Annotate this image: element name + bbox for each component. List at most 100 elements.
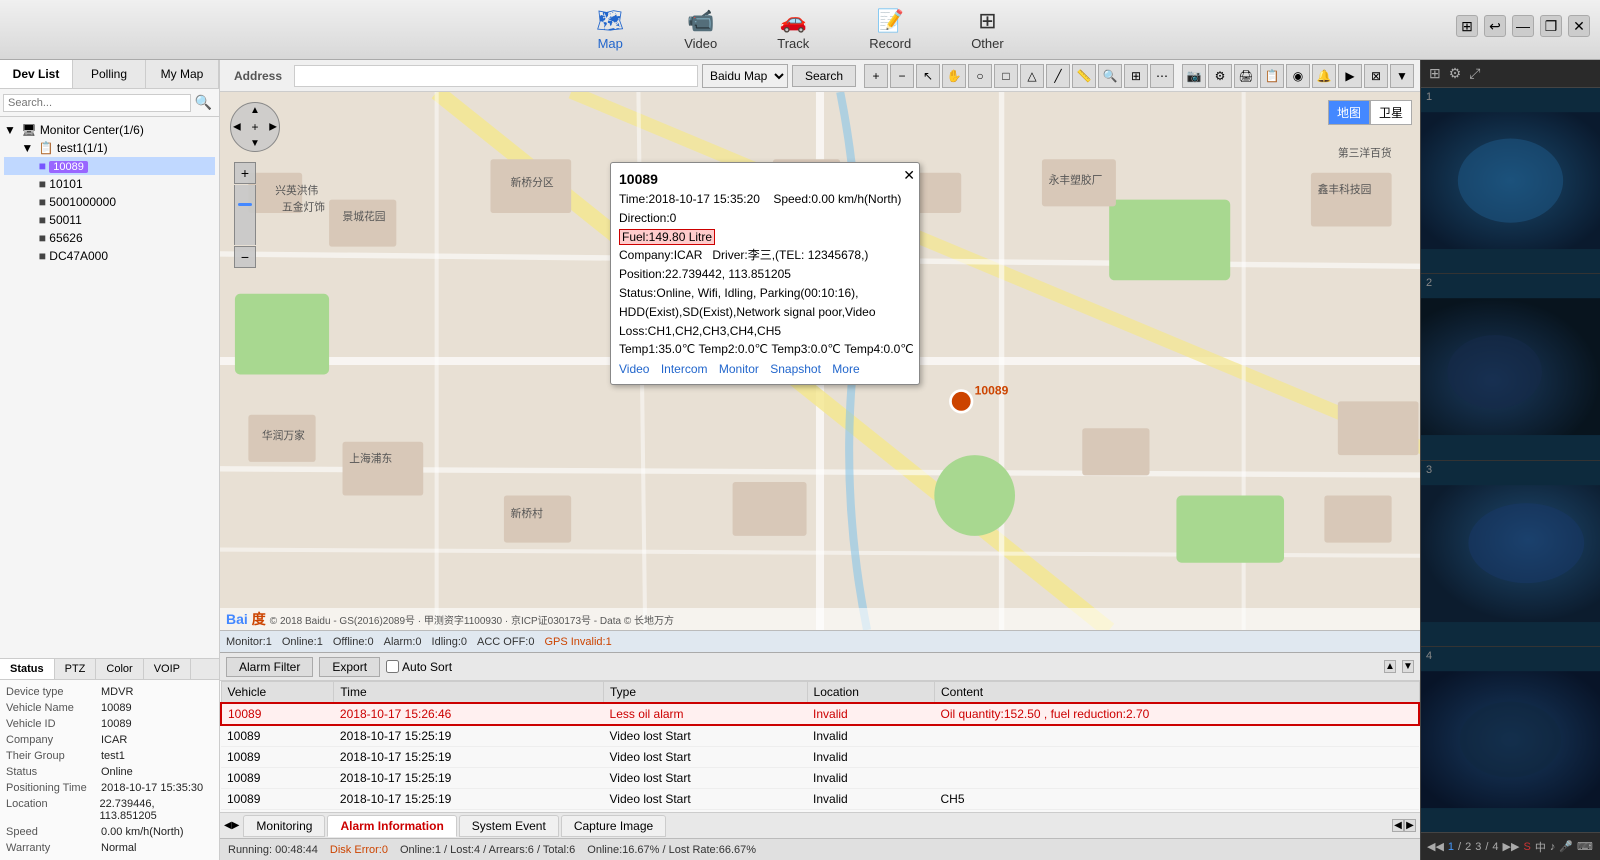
minimize-btn[interactable]: — — [1512, 15, 1534, 37]
alarm-table-row[interactable]: 100892018-10-17 15:25:19Video lost Start… — [221, 789, 1419, 810]
alarm-table-row[interactable]: 100892018-10-17 15:25:19Video lost Start… — [221, 725, 1419, 747]
map-tool-minus[interactable]: − — [890, 64, 914, 88]
right-tool-9[interactable]: ▼ — [1390, 64, 1414, 88]
tab-status[interactable]: Status — [0, 659, 55, 679]
alarm-scroll-down[interactable]: ▼ — [1402, 660, 1414, 673]
tab-nav-prev[interactable]: ◀ — [224, 820, 232, 831]
link-intercom[interactable]: Intercom — [661, 362, 708, 376]
map-tool-cursor[interactable]: ↖ — [916, 64, 940, 88]
map-tool-pan[interactable]: ✋ — [942, 64, 966, 88]
btab-alarm-info[interactable]: Alarm Information — [327, 815, 456, 837]
alarm-filter-btn[interactable]: Alarm Filter — [226, 657, 313, 677]
rpanel-page-2[interactable]: 2 — [1465, 841, 1471, 853]
tree-node-test1[interactable]: ▼ 📋 test1(1/1) — [4, 139, 215, 157]
map-tool-rect[interactable]: □ — [994, 64, 1018, 88]
rpanel-icon-4[interactable]: 🎤 — [1559, 840, 1573, 853]
tab-color[interactable]: Color — [96, 659, 143, 679]
alarm-table-row[interactable]: 100892018-10-17 15:25:19Video lost Start… — [221, 747, 1419, 768]
tree-node-10101[interactable]: ■ 10101 — [4, 175, 215, 193]
video-slot-4[interactable]: 4 — [1421, 647, 1600, 832]
tree-node-50011[interactable]: ■ 50011 — [4, 211, 215, 229]
tree-node-10089[interactable]: ■ 10089 — [4, 157, 215, 175]
map-tool-grid[interactable]: ⊞ — [1124, 64, 1148, 88]
btab-system-event[interactable]: System Event — [459, 815, 559, 837]
nav-west[interactable]: ◀ — [233, 122, 241, 133]
nav-record[interactable]: 📝 Record — [839, 8, 941, 51]
video-slot-1[interactable]: 1 — [1421, 88, 1600, 274]
right-tool-1[interactable]: 📷 — [1182, 64, 1206, 88]
link-more[interactable]: More — [832, 362, 859, 376]
rpanel-nav-prev[interactable]: ◀◀ — [1427, 840, 1444, 853]
tree-node-5001000000[interactable]: ■ 5001000000 — [4, 193, 215, 211]
tab-ptz[interactable]: PTZ — [55, 659, 97, 679]
tab-nav-next[interactable]: ▶ — [232, 820, 240, 831]
rpanel-nav-next[interactable]: ▶▶ — [1503, 840, 1520, 853]
nav-video[interactable]: 📹 Video — [654, 8, 747, 51]
nav-east[interactable]: ▶ — [269, 122, 277, 133]
device-search-input[interactable] — [3, 94, 191, 112]
panel-settings-icon[interactable]: ⚙ — [1447, 65, 1464, 82]
alarm-table-row[interactable]: 100892018-10-17 15:25:19Video lost Start… — [221, 768, 1419, 789]
map-tool-search[interactable]: 🔍 — [1098, 64, 1122, 88]
rpanel-icon-1[interactable]: S — [1523, 841, 1530, 853]
tree-node-65626[interactable]: ■ 65626 — [4, 229, 215, 247]
address-input[interactable] — [294, 65, 698, 87]
map-type-satellite[interactable]: 卫星 — [1370, 100, 1412, 125]
compass-rose[interactable]: ▲ ▼ ◀ ▶ + — [230, 102, 280, 152]
right-tool-2[interactable]: ⚙ — [1208, 64, 1232, 88]
rpanel-page-1[interactable]: 1 — [1448, 841, 1454, 853]
rpanel-page-4[interactable]: 4 — [1492, 841, 1498, 853]
alarm-scroll-up[interactable]: ▲ — [1384, 660, 1396, 673]
zoom-out-btn[interactable]: − — [234, 246, 256, 268]
right-tool-8[interactable]: ⊠ — [1364, 64, 1388, 88]
search-button[interactable]: Search — [792, 65, 856, 87]
panel-zoom-icon[interactable]: ⤢ — [1467, 65, 1482, 82]
btab-capture-image[interactable]: Capture Image — [561, 815, 666, 837]
right-tool-6[interactable]: 🔔 — [1312, 64, 1336, 88]
nav-track[interactable]: 🚗 Track — [747, 8, 839, 51]
map-tool-line[interactable]: ╱ — [1046, 64, 1070, 88]
btab-monitoring[interactable]: Monitoring — [243, 815, 325, 837]
tab-voip[interactable]: VOIP — [144, 659, 191, 679]
map-tool-measure[interactable]: 📏 — [1072, 64, 1096, 88]
bottom-scroll-right[interactable]: ▶ — [1404, 819, 1416, 832]
close-btn[interactable]: ✕ — [1568, 15, 1590, 37]
back-btn[interactable]: ↩ — [1484, 15, 1506, 37]
right-tool-7[interactable]: ▶ — [1338, 64, 1362, 88]
right-tool-4[interactable]: 📋 — [1260, 64, 1284, 88]
panel-grid-icon[interactable]: ⊞ — [1427, 65, 1443, 82]
right-tool-5[interactable]: ◉ — [1286, 64, 1310, 88]
tab-my-map[interactable]: My Map — [146, 60, 219, 88]
rpanel-icon-5[interactable]: ⌨ — [1577, 840, 1593, 853]
map-tool-circle[interactable]: ○ — [968, 64, 992, 88]
map-type-map[interactable]: 地图 — [1328, 100, 1370, 125]
nav-other[interactable]: ⊞ Other — [941, 8, 1034, 51]
link-monitor[interactable]: Monitor — [719, 362, 759, 376]
auto-sort-checkbox[interactable] — [386, 660, 399, 673]
grid-btn[interactable]: ⊞ — [1456, 15, 1478, 37]
bottom-scroll-left[interactable]: ◀ — [1392, 819, 1404, 832]
nav-south[interactable]: ▼ — [250, 138, 260, 149]
rpanel-icon-3[interactable]: ♪ — [1550, 841, 1556, 853]
video-slot-2[interactable]: 2 — [1421, 274, 1600, 460]
zoom-in-btn[interactable]: + — [234, 162, 256, 184]
tree-node-dc47a000[interactable]: ■ DC47A000 — [4, 247, 215, 265]
alarm-table-row[interactable]: 100892018-10-17 15:26:46Less oil alarmIn… — [221, 703, 1419, 725]
video-slot-3[interactable]: 3 — [1421, 461, 1600, 647]
map-area[interactable]: 兴英洪伟 五金灯饰 景城花园 新桥分区 新桥图书馆 嘉华百货 永丰塑胶厂 鑫丰科… — [220, 92, 1420, 630]
right-tool-3[interactable]: 🖨 — [1234, 64, 1258, 88]
tree-node-monitor-center[interactable]: ▼ 🖥 Monitor Center(1/6) — [4, 121, 215, 139]
link-video[interactable]: Video — [619, 362, 649, 376]
map-tool-plus[interactable]: + — [864, 64, 888, 88]
search-icon[interactable]: 🔍 — [191, 92, 216, 113]
rpanel-icon-2[interactable]: 中 — [1535, 839, 1546, 855]
tab-polling[interactable]: Polling — [73, 60, 146, 88]
tab-dev-list[interactable]: Dev List — [0, 60, 73, 88]
popup-close-btn[interactable]: ✕ — [903, 167, 915, 184]
maximize-btn[interactable]: ❐ — [1540, 15, 1562, 37]
nav-north[interactable]: ▲ — [250, 105, 260, 116]
map-type-select[interactable]: Baidu Map — [702, 64, 788, 88]
export-btn[interactable]: Export — [319, 657, 380, 677]
map-tool-dots[interactable]: ⋯ — [1150, 64, 1174, 88]
nav-map[interactable]: 🗺 Map — [566, 8, 654, 51]
